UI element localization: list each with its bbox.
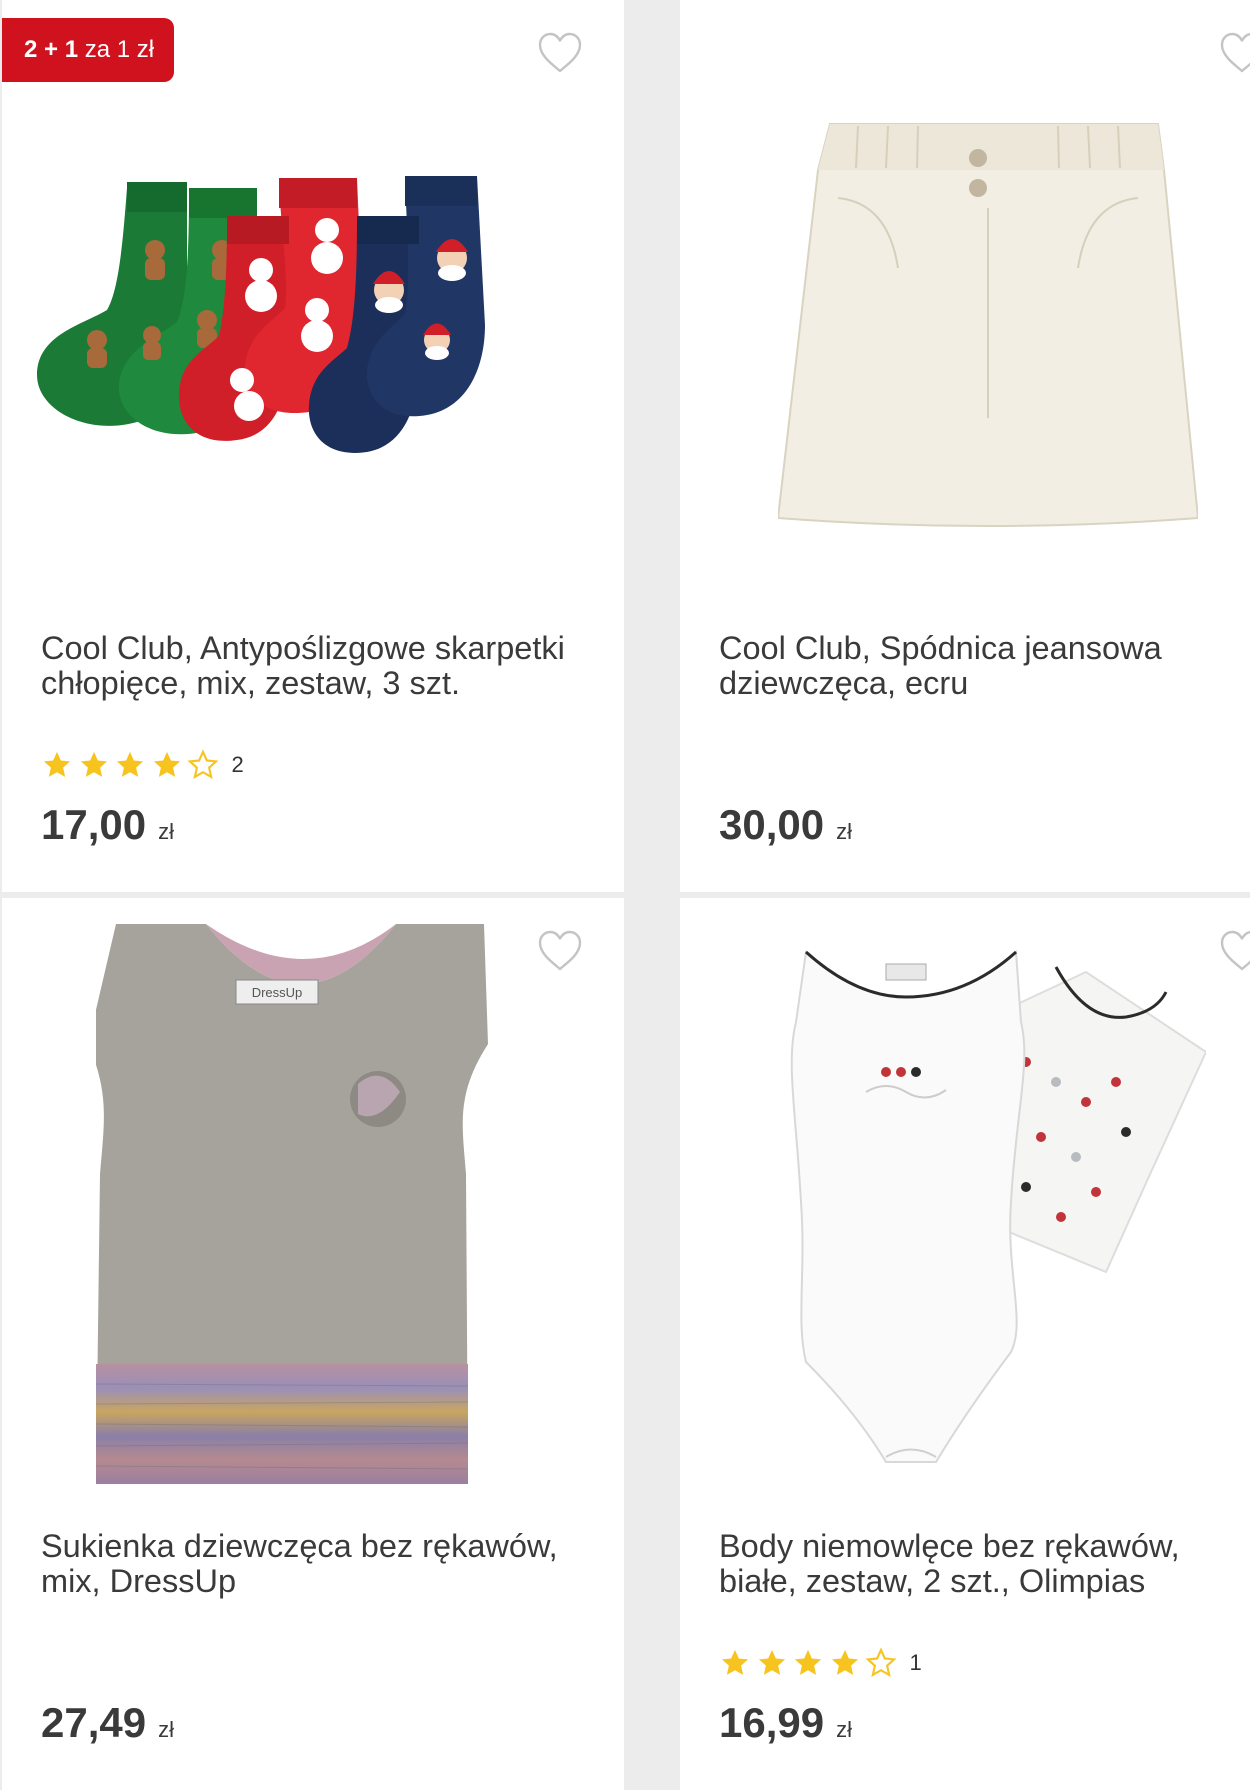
product-rating: 1 [719, 1645, 922, 1681]
price-amount: 30,00 [719, 801, 825, 848]
favorite-heart-icon[interactable] [536, 30, 584, 74]
favorite-heart-icon[interactable] [536, 928, 584, 972]
price-amount: 27,49 [41, 1699, 147, 1746]
product-price: 17,00 zł [41, 801, 174, 849]
product-price: 27,49 zł [41, 1699, 174, 1747]
product-image-socks[interactable] [27, 160, 617, 520]
star-filled-icon [829, 1647, 861, 1679]
promo-badge-text: za 1 zł [84, 36, 155, 63]
product-card[interactable]: Body niemowlęce bez rękawów, białe, zest… [680, 898, 1250, 1790]
price-currency: zł [158, 819, 174, 844]
rating-count: 2 [231, 752, 244, 777]
product-title[interactable]: Sukienka dziewczęca bez rękawów, mix, Dr… [41, 1529, 581, 1599]
product-card[interactable]: DressUp Sukienka dziewczęca bez rękawów,… [2, 898, 624, 1790]
product-card[interactable]: 2 + 1 za 1 zł Cool Club, Antypoślizgowe … [2, 0, 624, 892]
price-currency: zł [158, 1717, 174, 1742]
price-amount: 17,00 [41, 801, 147, 848]
product-image-bodysuit[interactable] [786, 942, 1206, 1472]
promo-badge: 2 + 1 za 1 zł [2, 18, 175, 82]
price-amount: 16,99 [719, 1699, 825, 1746]
star-filled-icon [41, 749, 73, 781]
favorite-heart-icon[interactable] [1218, 30, 1250, 74]
star-filled-icon [756, 1647, 788, 1679]
product-card[interactable]: Cool Club, Spódnica jeansowa dziewczęca,… [680, 0, 1250, 892]
product-title[interactable]: Cool Club, Spódnica jeansowa dziewczęca,… [719, 631, 1250, 701]
product-image-skirt[interactable] [778, 118, 1198, 538]
price-currency: zł [836, 1717, 852, 1742]
star-empty-icon [865, 1647, 897, 1679]
star-filled-icon [719, 1647, 751, 1679]
star-filled-icon [792, 1647, 824, 1679]
promo-badge-strong: 2 + 1 [24, 36, 79, 63]
brand-label: DressUp [252, 985, 303, 1000]
product-price: 16,99 zł [719, 1699, 852, 1747]
star-empty-icon [187, 749, 219, 781]
product-price: 30,00 zł [719, 801, 852, 849]
product-title[interactable]: Cool Club, Antypoślizgowe skarpetki chło… [41, 631, 581, 701]
star-filled-icon [114, 749, 146, 781]
product-rating: 2 [41, 747, 244, 783]
rating-count: 1 [909, 1650, 922, 1675]
price-currency: zł [836, 819, 852, 844]
product-title[interactable]: Body niemowlęce bez rękawów, białe, zest… [719, 1529, 1250, 1599]
star-filled-icon [78, 749, 110, 781]
favorite-heart-icon[interactable] [1218, 928, 1250, 972]
product-image-dress[interactable]: DressUp [96, 924, 520, 1484]
star-filled-icon [151, 749, 183, 781]
